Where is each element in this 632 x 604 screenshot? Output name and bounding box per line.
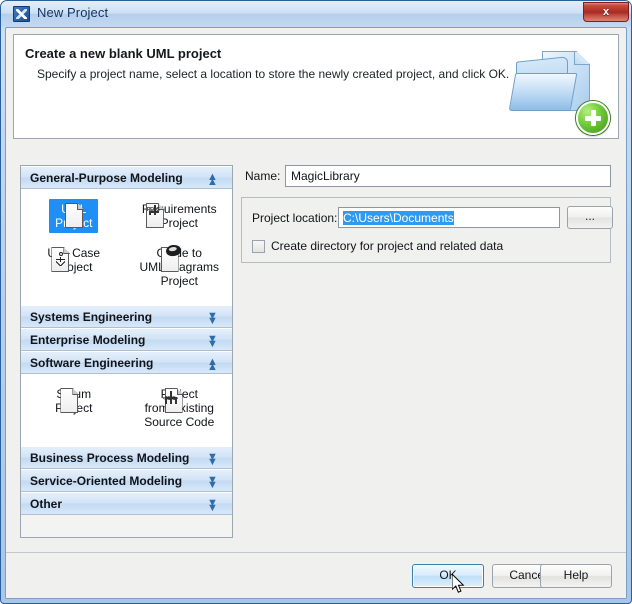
title-bar: New Project x (1, 1, 631, 27)
browse-button[interactable]: ... (567, 206, 613, 229)
template-label: Project (160, 216, 198, 230)
ok-button[interactable]: OK (412, 564, 484, 588)
name-label: Name: (245, 169, 281, 183)
category-header-general-purpose-modeling[interactable]: General-Purpose Modeling ▲ ▲ (21, 166, 232, 189)
category-label: Enterprise Modeling (30, 333, 146, 347)
category-content-general-purpose-modeling: UML Project REQS Requirements (21, 189, 232, 305)
chevron-up-icon[interactable]: ▲ ▲ (206, 171, 219, 188)
window-title: New Project (37, 5, 109, 20)
chevron-down-icon[interactable]: ▼ ▼ (206, 310, 219, 327)
create-directory-label: Create directory for project and related… (271, 239, 504, 253)
name-row: Name: (241, 165, 611, 187)
new-project-folder-plus-icon (504, 39, 612, 138)
category-header-enterprise-modeling[interactable]: Enterprise Modeling ▼ ▼ (21, 328, 232, 351)
template-label: Source Code (144, 415, 215, 429)
page-subtitle: Specify a project name, select a locatio… (37, 67, 510, 81)
project-settings-form: Name: Project location: C:\Users\Documen… (241, 165, 613, 538)
project-location-input[interactable]: C:\Users\Documents (338, 207, 560, 228)
project-template-list[interactable]: General-Purpose Modeling ▲▲ UML Project (20, 165, 233, 538)
category-label: Service-Oriented Modeling (30, 474, 183, 488)
category-label: General-Purpose Modeling (30, 171, 183, 185)
category-label: Systems Engineering (30, 310, 153, 324)
page-title: Create a new blank UML project (25, 46, 222, 61)
close-icon[interactable]: x (583, 2, 629, 22)
dialog-body: Create a new blank UML project Specify a… (5, 27, 627, 599)
template-tile-scrum-project[interactable]: Scrum Project (21, 380, 127, 438)
chevron-down-icon[interactable]: ▼ ▼ (206, 333, 219, 350)
app-logo-icon (13, 6, 30, 22)
template-label: Project (160, 274, 198, 288)
category-header-service-oriented-modeling[interactable]: Service-Oriented Modeling ▼ ▼ (21, 469, 232, 492)
chevron-down-icon[interactable]: ▼ ▼ (206, 451, 219, 468)
project-location-label: Project location: (252, 211, 338, 225)
new-project-dialog: New Project x Create a new blank UML pro… (0, 0, 632, 604)
create-directory-checkbox[interactable] (252, 240, 265, 253)
category-header-business-process-modeling[interactable]: Business Process Modeling ▼ ▼ (21, 446, 232, 469)
chevron-down-icon[interactable]: ▼ ▼ (206, 474, 219, 491)
template-tile-guide-to-uml-diagrams-project[interactable]: Guide to UML Diagrams Project (127, 239, 233, 297)
template-tile-requirements-project[interactable]: REQS Requirements Project (127, 195, 233, 239)
template-tile-use-case-project[interactable]: Use Case Project (21, 239, 127, 297)
category-label: Other (30, 497, 63, 511)
chevron-down-icon[interactable]: ▼ ▼ (206, 497, 219, 514)
template-tile-uml-project[interactable]: UML Project (21, 195, 127, 239)
category-header-systems-engineering[interactable]: Systems Engineering ▼ ▼ (21, 305, 232, 328)
category-content-software-engineering: Scrum Project <0101> Project f (21, 374, 232, 446)
project-location-group: Project location: C:\Users\Documents ...… (241, 197, 613, 263)
header-banner: Create a new blank UML project Specify a… (13, 34, 619, 139)
category-label: Business Process Modeling (30, 451, 190, 465)
chevron-up-icon[interactable]: ▲ ▲ (206, 356, 219, 373)
category-header-software-engineering[interactable]: Software Engineering ▲ ▲ (21, 351, 232, 374)
help-button[interactable]: Help (540, 564, 612, 588)
category-label: Software Engineering (30, 356, 154, 370)
template-tile-project-from-existing-source-code[interactable]: <0101> Project from Existing Source Code (127, 380, 233, 438)
project-location-value: C:\Users\Documents (343, 211, 454, 225)
name-input[interactable] (285, 165, 611, 187)
category-header-other[interactable]: Other ▼ ▼ (21, 492, 232, 515)
template-label: UML Diagrams (139, 260, 220, 274)
dialog-content: General-Purpose Modeling ▲▲ UML Project (13, 145, 619, 550)
dialog-footer: OK Cancel Help (6, 552, 626, 598)
